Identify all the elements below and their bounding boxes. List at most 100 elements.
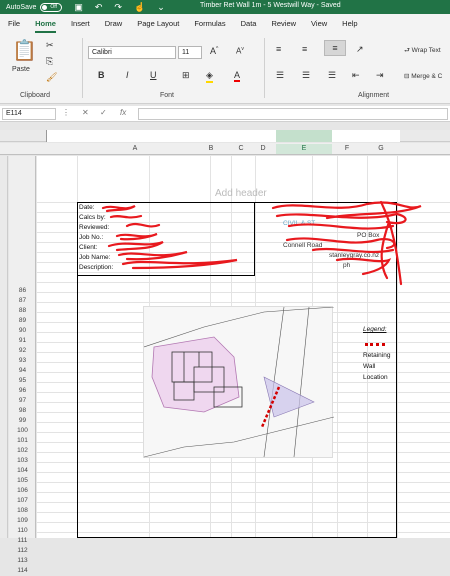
- title-bar: AutoSave Off ▣ ↶ ↷ ☝ ⌄ Timber Ret Wall 1…: [0, 0, 450, 14]
- bold-button[interactable]: B: [98, 70, 105, 80]
- divider: [264, 38, 265, 98]
- customize-toolbar-icon[interactable]: ⌄: [157, 2, 165, 13]
- row-header[interactable]: 107: [9, 496, 36, 506]
- ribbon-tabs: File Home Insert Draw Page Layout Formul…: [0, 14, 450, 34]
- row-header[interactable]: 114: [9, 566, 36, 576]
- copy-icon[interactable]: ⎘: [46, 56, 53, 67]
- column-header-f[interactable]: F: [342, 145, 352, 152]
- column-header-a[interactable]: A: [130, 145, 140, 152]
- row-header[interactable]: 106: [9, 486, 36, 496]
- insert-function-button[interactable]: fx: [120, 108, 126, 117]
- more-icon: ⋮: [62, 108, 70, 117]
- row-header[interactable]: 108: [9, 506, 36, 516]
- italic-button[interactable]: I: [126, 70, 129, 80]
- align-center-icon[interactable]: ☰: [302, 70, 310, 81]
- column-header-b[interactable]: B: [206, 145, 216, 152]
- formula-bar: E114 ⋮ ✕ ✓ fx: [0, 106, 450, 122]
- row-header[interactable]: 93: [9, 356, 36, 366]
- format-painter-icon[interactable]: 🖌: [46, 72, 57, 83]
- row-header[interactable]: 109: [9, 516, 36, 526]
- row-header[interactable]: 113: [9, 556, 36, 566]
- font-size-select[interactable]: 11: [178, 46, 202, 59]
- tab-review[interactable]: Review: [271, 14, 296, 34]
- vertical-ruler: [0, 156, 8, 538]
- row-header[interactable]: 96: [9, 386, 36, 396]
- row-header[interactable]: 92: [9, 346, 36, 356]
- row-header[interactable]: 112: [9, 546, 36, 556]
- row-header[interactable]: 94: [9, 366, 36, 376]
- row-header[interactable]: 97: [9, 396, 36, 406]
- row-header[interactable]: 95: [9, 376, 36, 386]
- undo-icon[interactable]: ↶: [95, 2, 103, 13]
- row-header[interactable]: 88: [9, 306, 36, 316]
- column-header-c[interactable]: C: [236, 145, 246, 152]
- clipboard-group-label: Clipboard: [20, 92, 50, 99]
- increase-indent-icon[interactable]: ⇥: [376, 70, 384, 81]
- wrap-text-label: Wrap Text: [411, 47, 441, 54]
- ribbon-home: 📋 Paste ✂ ⎘ 🖌 Clipboard Calibri 11 A^ Av…: [0, 34, 450, 104]
- row-header[interactable]: 89: [9, 316, 36, 326]
- worksheet[interactable]: Add header Date: Calcs by: Reviewed: Job…: [37, 156, 450, 538]
- tab-data[interactable]: Data: [241, 14, 257, 34]
- document-title: Timber Ret Wall 1m - 5 Westwill Way - Sa…: [200, 2, 341, 9]
- autosave-label: AutoSave: [6, 3, 37, 11]
- tab-file[interactable]: File: [8, 14, 20, 34]
- align-left-icon[interactable]: ☰: [276, 70, 284, 81]
- align-right-icon[interactable]: ☰: [328, 70, 336, 81]
- underline-button[interactable]: U: [150, 70, 157, 80]
- row-header[interactable]: 86: [9, 286, 36, 296]
- orientation-icon[interactable]: ↗: [356, 44, 364, 55]
- row-header[interactable]: 90: [9, 326, 36, 336]
- horizontal-ruler: [0, 130, 450, 142]
- column-header-g[interactable]: G: [376, 145, 386, 152]
- ruler-page-area: [46, 130, 400, 142]
- save-icon[interactable]: ▣: [74, 2, 83, 13]
- cancel-icon[interactable]: ✕: [82, 108, 89, 117]
- tab-page-layout[interactable]: Page Layout: [137, 14, 179, 34]
- row-header[interactable]: 91: [9, 336, 36, 346]
- tab-home[interactable]: Home: [35, 14, 56, 34]
- align-bottom-icon[interactable]: ≡: [324, 40, 346, 56]
- font-color-icon[interactable]: A: [234, 70, 241, 82]
- column-header-d[interactable]: D: [258, 145, 268, 152]
- paste-icon[interactable]: 📋: [12, 38, 37, 63]
- tab-formulas[interactable]: Formulas: [194, 14, 225, 34]
- name-box[interactable]: E114: [2, 108, 56, 120]
- formula-input[interactable]: [138, 108, 448, 120]
- align-top-icon[interactable]: ≡: [276, 44, 281, 54]
- cut-icon[interactable]: ✂: [46, 40, 54, 51]
- align-middle-icon[interactable]: ≡: [302, 44, 307, 54]
- row-header[interactable]: 105: [9, 476, 36, 486]
- row-header[interactable]: 103: [9, 456, 36, 466]
- redo-icon[interactable]: ↷: [114, 2, 122, 13]
- font-name-select[interactable]: Calibri: [88, 46, 176, 59]
- autosave-toggle[interactable]: Off: [40, 2, 63, 12]
- wrap-text-button[interactable]: ⮐ Wrap Text: [404, 46, 441, 57]
- row-header[interactable]: 102: [9, 446, 36, 456]
- row-header[interactable]: 98: [9, 406, 36, 416]
- enter-icon[interactable]: ✓: [100, 108, 107, 117]
- row-header[interactable]: 100: [9, 426, 36, 436]
- alignment-group-label: Alignment: [358, 92, 390, 99]
- row-header[interactable]: 99: [9, 416, 36, 426]
- tab-help[interactable]: Help: [342, 14, 357, 34]
- increase-font-icon[interactable]: A^: [210, 46, 218, 56]
- paste-button[interactable]: Paste: [12, 66, 30, 73]
- decrease-indent-icon[interactable]: ⇤: [352, 70, 360, 81]
- column-headers: A B C D E F G: [0, 143, 450, 155]
- fill-color-icon[interactable]: ◈: [206, 70, 213, 83]
- row-header[interactable]: 110: [9, 526, 36, 536]
- column-header-e[interactable]: E: [276, 144, 332, 154]
- tab-draw[interactable]: Draw: [105, 14, 123, 34]
- row-header[interactable]: 101: [9, 436, 36, 446]
- merge-label: Merge & C: [411, 73, 443, 80]
- tab-insert[interactable]: Insert: [71, 14, 90, 34]
- tab-view[interactable]: View: [311, 14, 327, 34]
- row-header[interactable]: 104: [9, 466, 36, 476]
- touch-mode-icon[interactable]: ☝: [134, 2, 145, 13]
- divider: [82, 38, 83, 98]
- merge-center-button[interactable]: ⊟ Merge & C: [404, 72, 442, 80]
- row-header[interactable]: 87: [9, 296, 36, 306]
- decrease-font-icon[interactable]: Av: [236, 46, 244, 56]
- borders-icon[interactable]: ⊞: [182, 70, 190, 81]
